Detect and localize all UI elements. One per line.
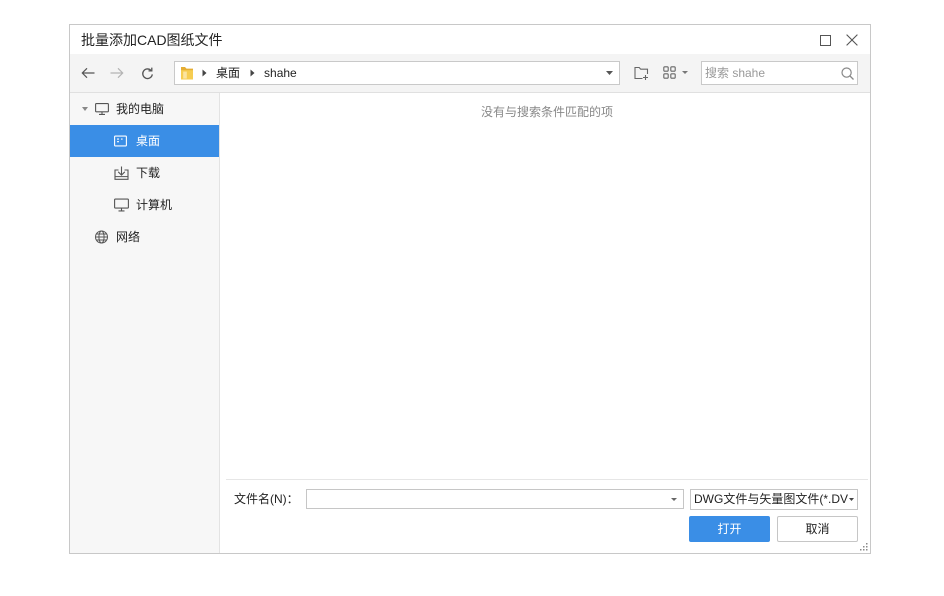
empty-state-message: 没有与搜索条件匹配的项 (480, 105, 613, 119)
file-list[interactable]: 没有与搜索条件匹配的项 文件名(N)： DWG文件与矢量图文件(*.DV 打开 … (220, 93, 870, 553)
sidebar-item-label: 桌面 (136, 134, 161, 148)
footer-divider (226, 479, 868, 480)
maximize-icon (819, 34, 831, 46)
close-button[interactable] (842, 30, 862, 50)
sidebar-item-computer[interactable]: 计算机 (70, 189, 219, 221)
filename-label: 文件名(N)： (234, 492, 299, 506)
view-mode-button[interactable] (659, 62, 691, 84)
sidebar-item-label: 网络 (116, 230, 141, 244)
arrow-right-icon (110, 67, 124, 79)
download-icon (114, 166, 129, 180)
file-type-select[interactable]: DWG文件与矢量图文件(*.DV (690, 489, 858, 510)
filename-history-button[interactable] (666, 491, 682, 507)
refresh-icon (141, 67, 153, 79)
breadcrumb-item-desktop[interactable]: 桌面 (216, 62, 240, 84)
chevron-right-icon (202, 69, 207, 77)
dialog-title: 批量添加CAD图纸文件 (81, 32, 223, 48)
sidebar-item-downloads[interactable]: 下载 (70, 157, 219, 189)
forward-button[interactable] (105, 61, 129, 85)
new-folder-icon (633, 66, 648, 80)
file-type-value: DWG文件与矢量图文件(*.DV (694, 492, 848, 506)
chevron-right-icon (250, 69, 255, 77)
title-bar: 批量添加CAD图纸文件 (70, 25, 870, 54)
search-input[interactable] (702, 62, 838, 84)
computer-icon (95, 103, 109, 115)
toolbar: 桌面 shahe (70, 54, 870, 93)
filename-input[interactable] (307, 490, 663, 508)
arrow-left-icon (81, 67, 95, 79)
chevron-down-icon (849, 498, 854, 501)
file-dialog: 批量添加CAD图纸文件 桌面 shahe 搜索 shahe 我的电脑 桌面 下载… (69, 24, 871, 554)
search-icon[interactable] (841, 67, 854, 80)
search-box (701, 61, 858, 85)
resize-grip-icon[interactable] (860, 543, 868, 551)
refresh-button[interactable] (135, 61, 159, 85)
chevron-down-icon (682, 71, 688, 74)
globe-icon (95, 230, 108, 244)
view-grid-icon (663, 66, 676, 79)
desktop-icon (114, 135, 127, 147)
new-folder-button[interactable] (630, 62, 652, 84)
cancel-button[interactable]: 取消 (777, 516, 858, 542)
sidebar-item-label: 下载 (136, 166, 161, 180)
sidebar-item-network[interactable]: 网络 (70, 221, 219, 253)
maximize-button[interactable] (815, 30, 835, 50)
address-history-button[interactable] (601, 65, 617, 81)
open-button[interactable]: 打开 (689, 516, 770, 542)
folder-icon (181, 67, 193, 80)
filename-combobox (306, 489, 684, 509)
breadcrumb-item-shahe[interactable]: shahe (264, 62, 297, 84)
sidebar-item-label: 我的电脑 (116, 102, 165, 116)
chevron-down-icon (605, 71, 613, 75)
sidebar-item-desktop[interactable]: 桌面 (70, 125, 219, 157)
caret-down-icon[interactable] (82, 107, 88, 111)
sidebar-item-my-computer[interactable]: 我的电脑 (70, 93, 219, 125)
monitor-icon (114, 198, 129, 212)
sidebar-tree: 我的电脑 桌面 下载 计算机 网络 (70, 93, 220, 553)
chevron-down-icon (671, 497, 677, 501)
back-button[interactable] (76, 61, 100, 85)
sidebar-item-label: 计算机 (136, 198, 173, 212)
close-icon (846, 34, 858, 46)
address-bar[interactable]: 桌面 shahe (174, 61, 620, 85)
